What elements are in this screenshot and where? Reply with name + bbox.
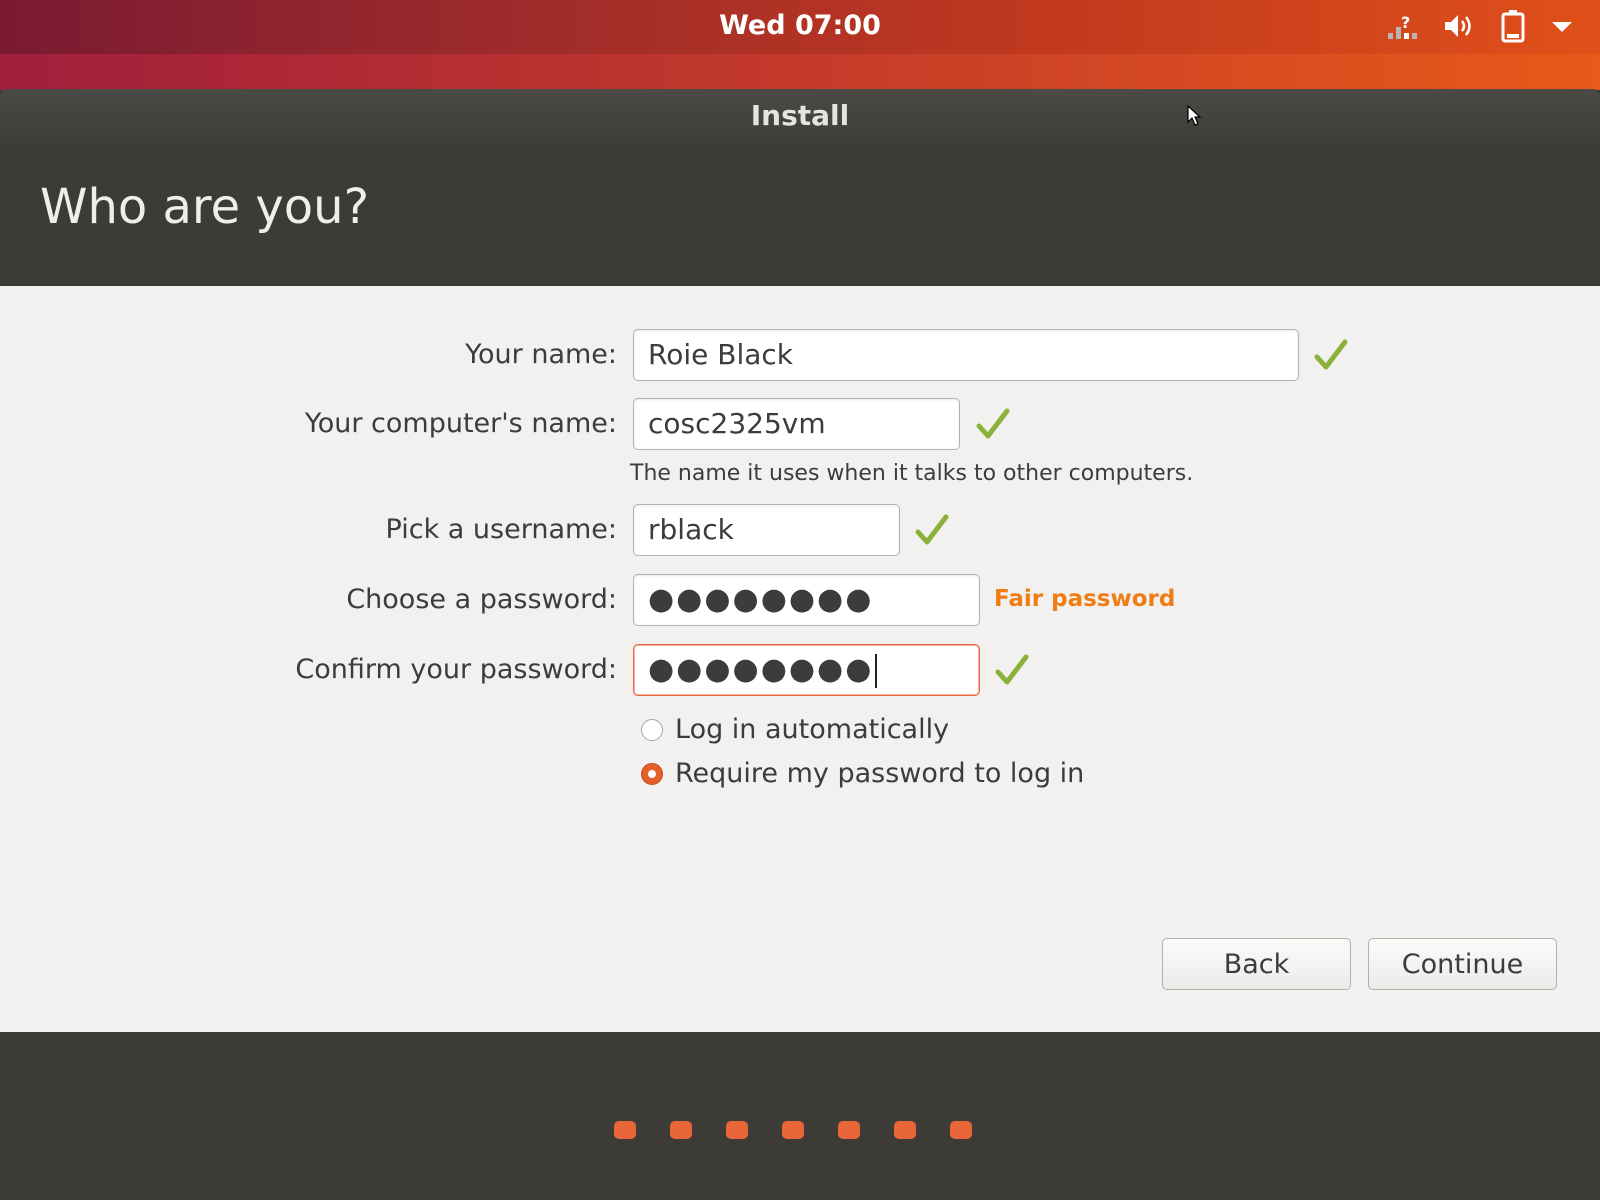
svg-text:?: ? [1401, 13, 1410, 32]
username-field[interactable]: rblack [633, 504, 900, 556]
computer-name-field[interactable]: cosc2325vm [633, 398, 960, 450]
network-unknown-icon[interactable]: ? [1386, 11, 1420, 41]
progress-dot [950, 1121, 972, 1139]
login-automatically-option[interactable]: Log in automatically [641, 714, 949, 745]
username-valid-check-icon [915, 514, 949, 545]
progress-dot [894, 1121, 916, 1139]
confirm-password-field[interactable]: ●●●●●●●● [633, 644, 980, 696]
text-caret [875, 653, 878, 688]
password-field[interactable]: ●●●●●●●● [633, 574, 980, 626]
page-header: Who are you? [0, 143, 1600, 286]
password-label: Choose a password: [346, 584, 617, 615]
name-valid-check-icon [1314, 339, 1348, 370]
back-button[interactable]: Back [1162, 938, 1351, 990]
desktop-background [0, 54, 1600, 90]
system-menu-chevron-icon[interactable] [1550, 16, 1574, 36]
progress-dot [726, 1121, 748, 1139]
confirm-password-label: Confirm your password: [295, 654, 617, 685]
installer-footer [0, 1032, 1600, 1200]
continue-button[interactable]: Continue [1368, 938, 1557, 990]
confirm-valid-check-icon [995, 654, 1029, 685]
mouse-pointer-icon [1187, 105, 1202, 126]
top-panel: Wed 07:00 ? [0, 0, 1600, 54]
password-strength: Fair password [994, 586, 1176, 612]
login-automatically-label: Log in automatically [675, 714, 950, 745]
computer-name-hint: The name it uses when it talks to other … [630, 461, 1194, 486]
login-automatically-radio[interactable] [641, 718, 663, 741]
require-password-option[interactable]: Require my password to log in [641, 758, 1084, 789]
computer-name-label: Your computer's name: [304, 408, 617, 439]
system-tray[interactable]: ? [1386, 8, 1574, 44]
your-name-label: Your name: [465, 339, 617, 370]
progress-dot [782, 1121, 804, 1139]
progress-dot [670, 1121, 692, 1139]
username-label: Pick a username: [385, 514, 617, 545]
require-password-radio[interactable] [641, 762, 663, 785]
battery-icon[interactable] [1498, 9, 1528, 43]
clock[interactable]: Wed 07:00 [0, 0, 1600, 52]
computer-valid-check-icon [976, 408, 1010, 439]
progress-dot [614, 1121, 636, 1139]
progress-dots [614, 1121, 972, 1139]
window-titlebar[interactable]: Install [0, 89, 1600, 143]
your-name-field[interactable]: Roie Black [633, 329, 1299, 381]
confirm-password-value: ●●●●●●●● [648, 652, 874, 687]
page-title: Who are you? [40, 179, 370, 235]
volume-icon[interactable] [1442, 11, 1476, 41]
require-password-label: Require my password to log in [675, 758, 1085, 789]
progress-dot [838, 1121, 860, 1139]
